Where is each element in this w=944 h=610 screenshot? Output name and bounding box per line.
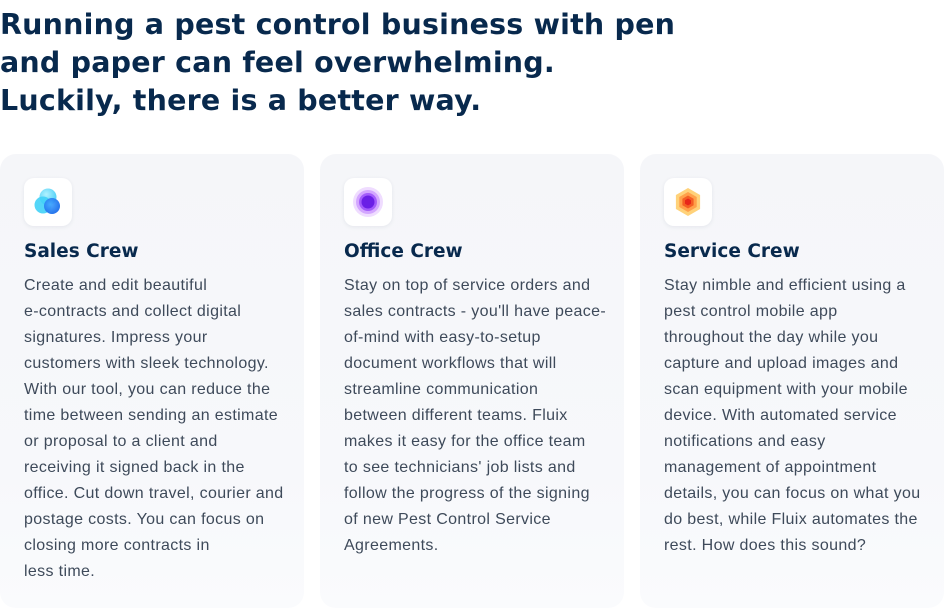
card-text-line: Stay nimble and efficient using a xyxy=(664,277,906,294)
card-description: Create and edit beautiful e-contracts an… xyxy=(24,273,284,585)
card-text-line: document workflows that will xyxy=(344,355,557,372)
card-text-line: management of appointment xyxy=(664,459,877,476)
card-text-line: to see technicians' job lists and xyxy=(344,459,576,476)
card-text-line: notifications and easy xyxy=(664,433,826,450)
card-text-line: postage costs. You can focus on xyxy=(24,511,265,528)
card-text-line: receiving it signed back in the xyxy=(24,459,245,476)
sales-crew-icon-box xyxy=(24,178,72,226)
orange-concentric-hexagons-icon xyxy=(675,188,701,216)
service-crew-icon-box xyxy=(664,178,712,226)
card-text-line: or proposal to a client and xyxy=(24,433,218,450)
service-crew-card: Service Crew Stay nimble and efficient u… xyxy=(640,154,944,608)
card-text-line: do best, while Fluix automates the xyxy=(664,511,918,528)
headline-line: and paper can feel overwhelming. xyxy=(0,46,555,79)
card-description: Stay nimble and efficient using a pest c… xyxy=(664,273,921,559)
card-text-line: follow the progress of the signing xyxy=(344,485,590,502)
card-text-line: rest. How does this sound? xyxy=(664,537,867,554)
card-title: Sales Crew xyxy=(24,241,139,262)
card-text-line: e-contracts and collect digital xyxy=(24,303,242,320)
purple-concentric-circles-icon xyxy=(353,187,383,217)
card-text-line: office. Cut down travel, courier and xyxy=(24,485,284,502)
card-text-line: time between sending an estimate xyxy=(24,407,279,424)
card-title: Office Crew xyxy=(344,241,463,262)
crew-cards: Sales Crew Create and edit beautiful e-c… xyxy=(0,154,944,610)
headline-line: Running a pest control business with pen xyxy=(0,8,676,41)
card-description: Stay on top of service orders and sales … xyxy=(344,273,606,559)
card-text-line: scan equipment with your mobile xyxy=(664,381,908,398)
card-text-line: Stay on top of service orders and xyxy=(344,277,591,294)
page-headline: Running a pest control business with pen… xyxy=(0,6,760,120)
card-text-line: capture and upload images and xyxy=(664,355,899,372)
card-text-line: makes it easy for the office team xyxy=(344,433,586,450)
card-text-line: customers with sleek technology. xyxy=(24,355,269,372)
card-text-line: device. With automated service xyxy=(664,407,897,424)
card-text-line: between different teams. Fluix xyxy=(344,407,568,424)
card-text-line: closing more contracts in xyxy=(24,537,210,554)
headline-line: Luckily, there is a better way. xyxy=(0,84,482,117)
blue-overlapping-circles-icon xyxy=(34,188,60,214)
card-text-line: throughout the day while you xyxy=(664,329,879,346)
office-crew-card: Office Crew Stay on top of service order… xyxy=(320,154,624,608)
card-title: Service Crew xyxy=(664,241,800,262)
office-crew-icon-box xyxy=(344,178,392,226)
card-text-line: streamline communication xyxy=(344,381,539,398)
card-text-line: pest control mobile app xyxy=(664,303,838,320)
sales-crew-card: Sales Crew Create and edit beautiful e-c… xyxy=(0,154,304,608)
card-text-line: of new Pest Control Service xyxy=(344,511,551,528)
card-text-line: signatures. Impress your xyxy=(24,329,208,346)
card-text-line: Agreements. xyxy=(344,537,439,554)
card-text-line: Create and edit beautiful xyxy=(24,277,208,294)
card-text-line: With our tool, you can reduce the xyxy=(24,381,271,398)
card-text-line: sales contracts - you'll have peace- xyxy=(344,303,606,320)
card-text-line: of-mind with easy-to-setup xyxy=(344,329,541,346)
card-text-line: details, you can focus on what you xyxy=(664,485,921,502)
card-text-line: less time. xyxy=(24,563,96,580)
